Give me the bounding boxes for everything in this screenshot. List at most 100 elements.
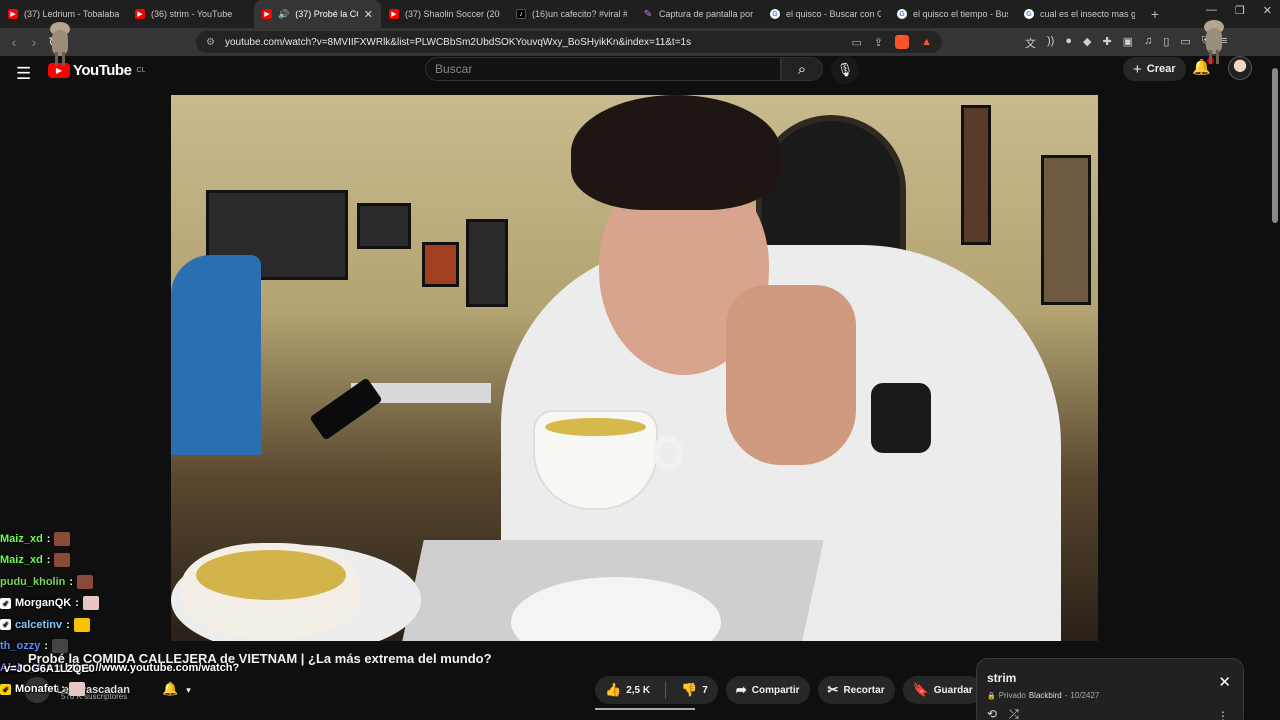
minimize-icon[interactable]: — (1206, 4, 1217, 17)
chat-username[interactable]: Maiz_xd (0, 533, 43, 545)
tab-label: (16)un cafecito? #viral #p (532, 9, 627, 19)
share-arrow-icon: ➦ (735, 682, 747, 697)
browser-toolbar: ‹ › ↻ ⚙ youtube.com/watch?v=8MVIIFXWRlk&… (0, 28, 1280, 56)
back-icon[interactable]: ‹ (4, 34, 24, 50)
music-icon[interactable]: ♫ (1144, 35, 1152, 51)
youtube-icon: ▶ (389, 9, 399, 19)
forward-icon[interactable]: › (24, 34, 44, 50)
ext-dot-icon[interactable]: ◆ (1083, 35, 1091, 51)
voice-search-button[interactable]: 🎙 (831, 56, 859, 84)
chat-separator: : (69, 575, 74, 588)
chat-emote-icon (54, 553, 71, 568)
save-button[interactable]: 🔖 Guardar (902, 676, 983, 704)
tab-close-icon[interactable]: ✕ (364, 8, 373, 21)
tab-label: (36) strim - YouTube (151, 9, 233, 19)
chat-username[interactable]: Monafet (15, 683, 57, 695)
chat-badge-icon: ✓ (0, 619, 11, 631)
browser-tab[interactable]: ▶ (37) Shaolin Soccer (2001) (381, 0, 508, 28)
loop-icon[interactable]: ⟲ (987, 707, 997, 720)
chat-message: ✓ MorganQK: (0, 593, 310, 615)
youtube-icon: ▶ (8, 9, 18, 19)
wall-photo (422, 242, 459, 287)
create-button[interactable]: + Crear (1123, 57, 1186, 81)
browser-tab[interactable]: ✎ Captura de pantalla por Lig (635, 0, 762, 28)
video-player[interactable] (171, 95, 1098, 641)
close-icon[interactable]: ✕ (1218, 673, 1231, 691)
browser-tab[interactable]: Gel quisco - Buscar con Goo (762, 0, 889, 28)
screen: ▶ (37) Ledrium - Tobalaba, N ▶ (36) strim -… (0, 0, 1280, 720)
country-code: CL (136, 67, 146, 74)
wristwatch (871, 383, 931, 453)
chat-emote-icon (54, 531, 71, 546)
translate-icon[interactable]: 文 (1025, 35, 1036, 51)
share-button[interactable]: ➦ Compartir (725, 676, 810, 704)
restore-icon[interactable]: ❐ (1235, 4, 1245, 17)
search-button[interactable]: ⌕ (781, 57, 823, 81)
playlist-title[interactable]: strim (987, 671, 1233, 685)
tab-label: el quisco el tiempo - Busc (913, 9, 1008, 19)
audio-wave-icon[interactable]: )) (1047, 35, 1054, 51)
chat-badge-icon: ✓ (0, 597, 11, 609)
playlist-separator: - (1064, 691, 1068, 700)
dislike-button[interactable]: 👎 7 (671, 676, 718, 704)
wall-photo (1041, 155, 1091, 305)
cast-icon[interactable]: ▭ (851, 36, 861, 49)
chat-username[interactable]: calcetinv (15, 619, 62, 631)
chat-username[interactable]: Maiz_xd (0, 554, 43, 566)
clip-button[interactable]: ✂ Recortar (817, 676, 895, 704)
playlist-owner[interactable]: Blackbird (1029, 691, 1062, 700)
like-ratio-bar (595, 708, 695, 710)
user-avatar[interactable] (1228, 56, 1252, 80)
browser-tab[interactable]: ▶ (36) strim - YouTube (127, 0, 254, 28)
chat-message: th_ozzy: (0, 636, 310, 658)
page-scrollbar[interactable] (1272, 68, 1278, 223)
sidebar-icon[interactable]: ▯ (1163, 35, 1169, 51)
cup-handle (653, 435, 683, 471)
puzzle-icon[interactable]: ✚ (1102, 35, 1111, 51)
browser-tab[interactable]: Gel quisco el tiempo - Busc (889, 0, 1016, 28)
playlist-privacy: Privado (998, 691, 1026, 700)
kebab-menu-icon[interactable]: ⋮ (1217, 709, 1229, 720)
chat-username[interactable]: pudu_kholin (0, 576, 65, 588)
new-tab-button[interactable]: + (1143, 6, 1167, 22)
hamburger-menu-icon[interactable]: ☰ (16, 64, 31, 84)
chat-separator: : (46, 554, 51, 567)
clip-label: Recortar (843, 684, 885, 696)
chat-separator: : (44, 640, 49, 653)
chat-username[interactable]: MorganQK (15, 597, 71, 609)
tab-label: Captura de pantalla por Lig (659, 9, 754, 19)
chat-badge-icon: ✓ (0, 683, 11, 695)
create-label: Crear (1146, 63, 1176, 75)
shuffle-icon[interactable]: ⤮ (1009, 707, 1019, 720)
screenshot-icon[interactable]: ▣ (1123, 35, 1133, 51)
share-icon[interactable]: ⇪ (874, 36, 883, 49)
chat-emote-icon (82, 596, 99, 611)
record-icon[interactable]: ● (1065, 35, 1072, 51)
playlist-panel: strim 🔒 Privado Blackbird - 10/2427 ✕ ⟲ … (976, 658, 1244, 720)
chat-separator: : (46, 532, 51, 545)
chat-emote-icon (77, 574, 94, 589)
site-info-icon[interactable]: ⚙ (206, 37, 215, 48)
browser-tab[interactable]: ♪ (16)un cafecito? #viral #p (508, 0, 635, 28)
mascot-sprite-left (46, 22, 74, 66)
chat-message: Maiz_xd: (0, 550, 310, 572)
background-person (171, 255, 261, 455)
like-button[interactable]: 👍 2,5 K (595, 676, 660, 704)
speaker-icon[interactable]: 🔊 (278, 9, 289, 20)
close-window-icon[interactable]: ✕ (1263, 4, 1272, 17)
save-label: Guardar (933, 684, 973, 696)
browser-tab[interactable]: ▶ 🔊 (37) Probé la COMI ✕ (254, 0, 381, 28)
address-bar[interactable]: ⚙ youtube.com/watch?v=8MVIIFXWRlk&list=P… (196, 31, 942, 53)
plus-icon: + (1133, 60, 1142, 78)
wallet-icon[interactable]: ▭ (1180, 35, 1190, 51)
brave-shield-icon[interactable] (895, 35, 910, 49)
browser-tab[interactable]: Gcual es el insecto mas gra (1016, 0, 1143, 28)
browser-tab-strip: ▶ (37) Ledrium - Tobalaba, N ▶ (36) strim -… (0, 0, 1280, 28)
google-icon: G (1024, 9, 1034, 19)
search-input[interactable]: Buscar (425, 57, 781, 81)
wall-photo (961, 105, 991, 245)
chat-message: ✓ Monafet: (0, 679, 310, 701)
brave-rewards-icon[interactable]: ▲ (921, 36, 932, 48)
chat-separator: : (66, 618, 70, 631)
chat-username[interactable]: th_ozzy (0, 640, 40, 652)
